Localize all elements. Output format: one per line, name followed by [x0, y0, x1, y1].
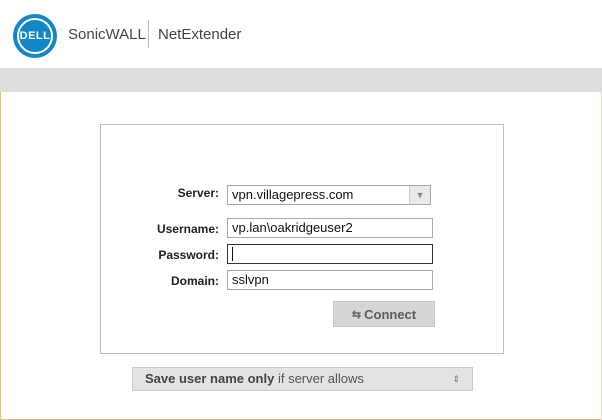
username-field[interactable]: vp.lan\oakridgeuser2: [227, 218, 433, 238]
domain-field[interactable]: sslvpn: [227, 270, 433, 290]
dell-logo-text: DELL: [17, 18, 53, 54]
domain-value: sslvpn: [232, 272, 269, 287]
header-band: [0, 68, 602, 92]
server-label: Server:: [177, 186, 219, 200]
chevron-down-icon[interactable]: ▼: [409, 186, 430, 204]
save-credentials-select[interactable]: Save user name only if server allows ⇕: [132, 367, 473, 391]
swap-arrows-icon: ⇆: [351, 308, 362, 321]
connect-label: Connect: [364, 306, 417, 322]
username-label: Username:: [156, 222, 219, 236]
password-field[interactable]: [227, 244, 433, 264]
domain-label: Domain:: [171, 274, 219, 288]
text-caret: [232, 247, 233, 261]
save-option-rest: if server allows: [274, 371, 364, 386]
login-panel: Server: vpn.villagepress.com ▼ Username:…: [100, 124, 504, 354]
username-value: vp.lan\oakridgeuser2: [232, 220, 353, 235]
header-divider: [148, 20, 149, 48]
app-header: DELL SonicWALL NetExtender: [0, 0, 602, 68]
server-value: vpn.villagepress.com: [232, 187, 354, 202]
product-name: NetExtender: [158, 26, 242, 43]
brand-name: SonicWALL: [68, 26, 146, 43]
server-select[interactable]: vpn.villagepress.com ▼: [227, 185, 431, 205]
up-down-arrow-icon: ⇕: [452, 374, 460, 384]
dell-logo: DELL: [13, 14, 57, 58]
connect-button[interactable]: ⇆ Connect: [333, 301, 435, 327]
password-label: Password:: [158, 248, 219, 262]
save-option-bold: Save user name only: [145, 371, 275, 386]
